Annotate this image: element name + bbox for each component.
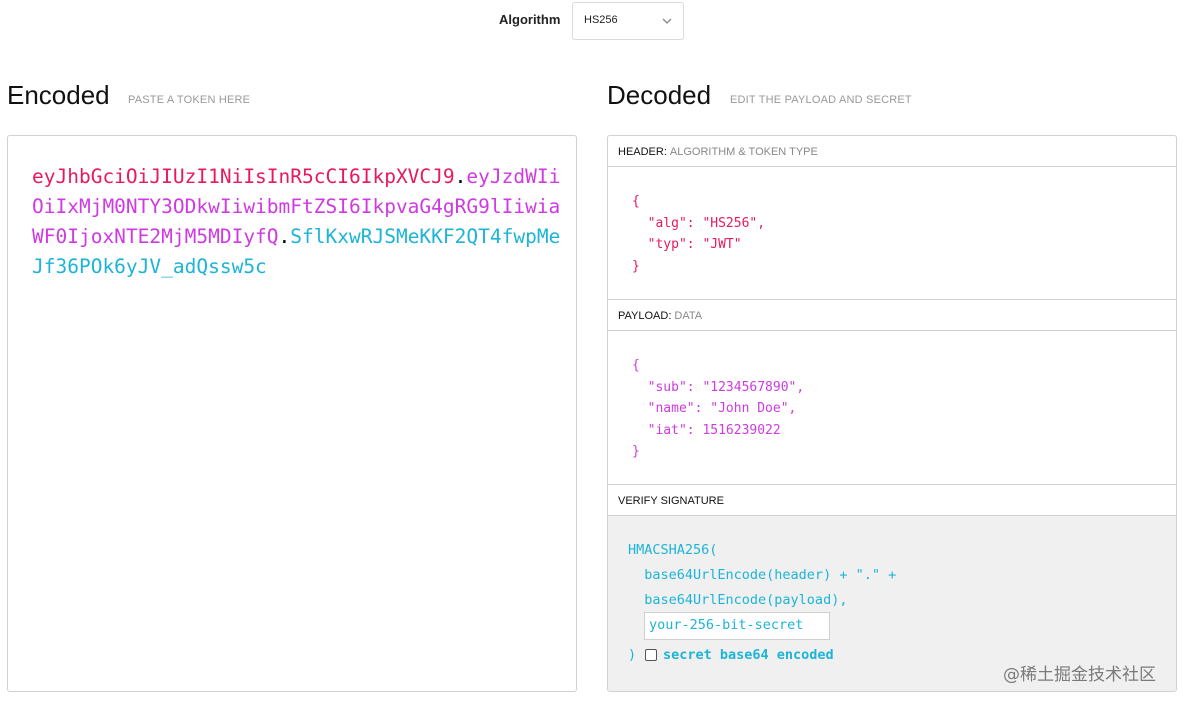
decoded-panel: HEADER: ALGORITHM & TOKEN TYPE { "alg": "… bbox=[607, 135, 1177, 692]
payload-panel-sublabel: DATA bbox=[674, 310, 703, 322]
secret-input[interactable]: your-256-bit-secret bbox=[644, 612, 830, 640]
token-header-part: eyJhbGciOiJIUzI1NiIsInR5cCI6IkpXVCJ9 bbox=[32, 165, 455, 188]
encoded-title: Encoded bbox=[7, 80, 110, 110]
token-dot: . bbox=[278, 225, 291, 248]
token-dot: . bbox=[454, 165, 467, 188]
base64-checkbox-label[interactable]: secret base64 encoded bbox=[663, 647, 834, 663]
encoded-token-editor[interactable]: eyJhbGciOiJIUzI1NiIsInR5cCI6IkpXVCJ9.eyJ… bbox=[7, 135, 577, 692]
verify-signature-title: VERIFY SIGNATURE bbox=[608, 485, 1176, 516]
algorithm-select[interactable]: HS256 bbox=[572, 2, 684, 40]
encoded-subtitle: PASTE A TOKEN HERE bbox=[128, 94, 251, 106]
encoded-token[interactable]: eyJhbGciOiJIUzI1NiIsInR5cCI6IkpXVCJ9.eyJ… bbox=[32, 162, 562, 282]
header-panel-label: HEADER: bbox=[618, 146, 667, 158]
algorithm-label: Algorithm bbox=[499, 12, 561, 27]
payload-panel-title: PAYLOAD: DATA bbox=[608, 300, 1176, 331]
verify-signature-label: VERIFY SIGNATURE bbox=[618, 495, 724, 507]
signature-close-paren: ) bbox=[628, 647, 637, 663]
signature-code: HMACSHA256( base64UrlEncode(header) + ".… bbox=[628, 542, 897, 608]
algorithm-selected-value: HS256 bbox=[584, 14, 618, 26]
decoded-title: Decoded bbox=[607, 80, 712, 110]
decoded-subtitle: EDIT THE PAYLOAD AND SECRET bbox=[730, 94, 912, 106]
watermark: @稀土掘金技术社区 bbox=[1003, 665, 1156, 685]
header-panel-sublabel: ALGORITHM & TOKEN TYPE bbox=[669, 146, 818, 158]
header-panel-title: HEADER: ALGORITHM & TOKEN TYPE bbox=[608, 136, 1176, 167]
chevron-down-icon bbox=[662, 18, 672, 24]
payload-panel-label: PAYLOAD: bbox=[618, 310, 672, 322]
header-json-editor[interactable]: { "alg": "HS256", "typ": "JWT" } bbox=[632, 191, 765, 277]
payload-json-editor[interactable]: { "sub": "1234567890", "name": "John Doe… bbox=[632, 355, 804, 463]
base64-checkbox[interactable] bbox=[645, 649, 657, 661]
